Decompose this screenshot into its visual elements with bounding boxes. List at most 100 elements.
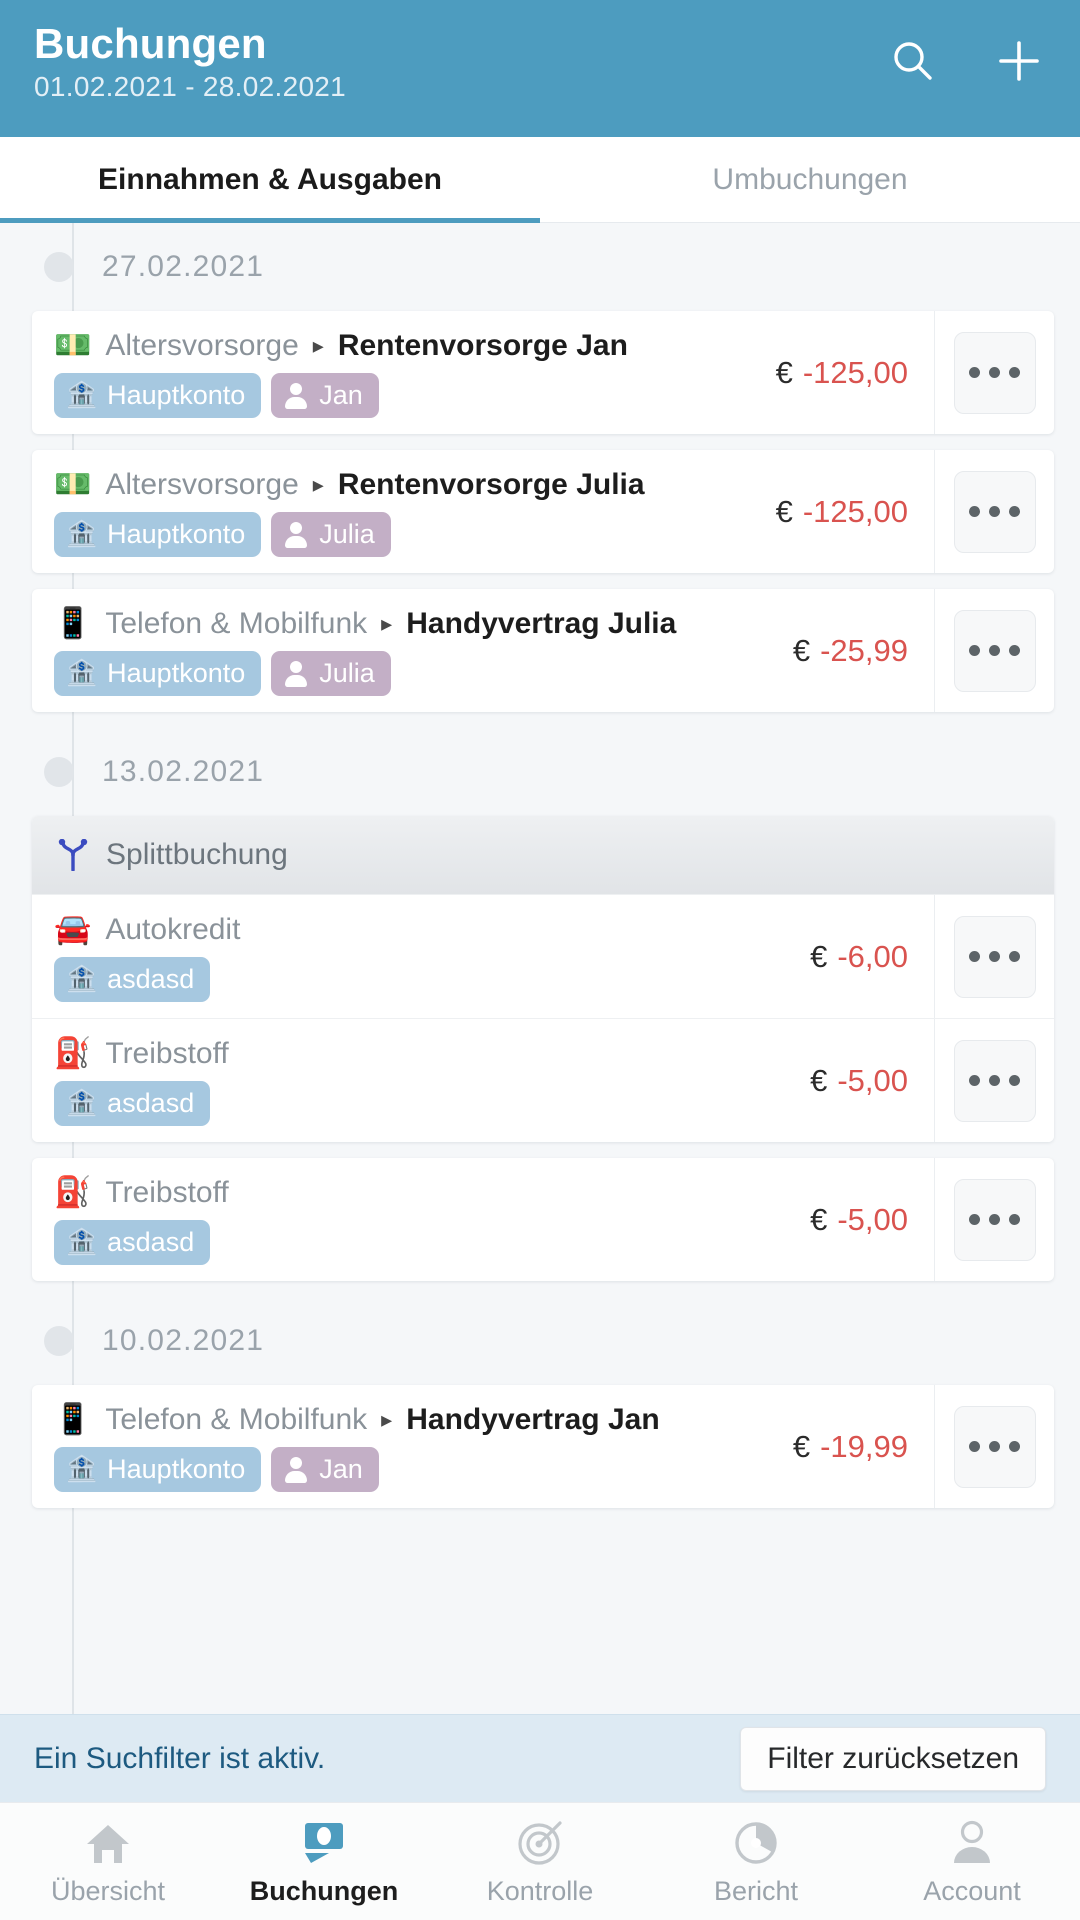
category-row: 💵 Altersvorsorge ▸ Rentenvorsorge Julia [54, 468, 750, 502]
card-content: 📱 Telefon & Mobilfunk ▸ Handyvertrag Julia 🏦… [32, 589, 783, 712]
card-content: ⛽ Treibstoff 🏦 asdasd [32, 1158, 800, 1281]
bank-icon: 🏦 [66, 1089, 98, 1117]
chip-label: Jan [319, 1454, 363, 1484]
dot [1009, 951, 1020, 962]
chip-account: 🏦 asdasd [54, 1220, 211, 1265]
more-options-button[interactable] [953, 1039, 1036, 1122]
category-row: 💵 Altersvorsorge ▸ Rentenvorsorge Jan [54, 329, 750, 363]
date-group-header: 10.02.2021 [0, 1297, 1080, 1385]
person-icon [949, 1817, 995, 1867]
amount-value: -5,00 [837, 1201, 908, 1237]
home-icon [84, 1817, 132, 1867]
amount-value: -5,00 [837, 1062, 908, 1098]
chip-account: 🏦 Hauptkonto [54, 373, 262, 418]
chip-account: 🏦 asdasd [54, 957, 211, 1002]
chip-label: Jan [319, 380, 363, 410]
dot [969, 367, 980, 378]
date-label: 27.02.2021 [102, 250, 265, 283]
nav-item-bericht[interactable]: Bericht [648, 1803, 864, 1920]
timeline-dot [44, 1326, 74, 1356]
chip-account: 🏦 Hauptkonto [54, 512, 262, 557]
tab-label: Umbuchungen [712, 162, 908, 196]
transaction-card[interactable]: 📱 Telefon & Mobilfunk ▸ Handyvertrag Julia 🏦… [32, 589, 1054, 712]
chip-row: 🏦 asdasd [54, 1220, 784, 1265]
dot [969, 1214, 980, 1225]
bank-icon: 🏦 [66, 659, 98, 687]
chip-row: 🏦 Hauptkonto Julia [54, 512, 750, 557]
currency-symbol: € [775, 493, 793, 529]
filter-bar: Ein Suchfilter ist aktiv. Filter zurücks… [0, 1714, 1080, 1802]
category-row: 🚘 Autokredit [54, 913, 784, 947]
amount: € -125,00 [766, 450, 934, 573]
card-content: 💵 Altersvorsorge ▸ Rentenvorsorge Jan 🏦 Haupt… [32, 311, 766, 434]
money-icon: 💵 [54, 468, 92, 501]
tab-umbuchungen[interactable]: Umbuchungen [540, 137, 1080, 222]
car-icon: 🚘 [54, 913, 92, 946]
subcategory-name: Rentenvorsorge Julia [337, 468, 645, 501]
dot [989, 645, 1000, 656]
amount: € -125,00 [766, 311, 934, 434]
category-row: ⛽ Treibstoff [54, 1037, 784, 1071]
dot [969, 506, 980, 517]
header-actions [882, 30, 1050, 92]
transaction-card[interactable]: 💵 Altersvorsorge ▸ Rentenvorsorge Jan 🏦 Haupt… [32, 311, 1054, 434]
bank-icon: 🏦 [66, 965, 98, 993]
dot [969, 1441, 980, 1452]
more-options-button[interactable] [953, 1405, 1036, 1488]
nav-item-buchungen[interactable]: Buchungen [216, 1803, 432, 1920]
transaction-card[interactable]: ⛽ Treibstoff 🏦 asdasd € -5,00 [32, 1158, 1054, 1281]
category-name: Treibstoff [105, 1176, 229, 1209]
amount: € -5,00 [800, 1019, 934, 1142]
nav-item-uebersicht[interactable]: Übersicht [0, 1803, 216, 1920]
chip-label: Hauptkonto [107, 1454, 246, 1484]
reset-filter-button[interactable]: Filter zurücksetzen [740, 1726, 1046, 1791]
fuel-pump-icon: ⛽ [54, 1176, 92, 1209]
mobile-phone-icon: 📱 [54, 1403, 92, 1436]
tab-einnahmen-ausgaben[interactable]: Einnahmen & Ausgaben [0, 137, 540, 223]
nav-item-account[interactable]: Account [864, 1803, 1080, 1920]
amount-value: -6,00 [837, 938, 908, 974]
currency-symbol: € [792, 1428, 811, 1464]
nav-label: Account [923, 1875, 1021, 1906]
mobile-phone-icon: 📱 [54, 607, 92, 640]
more-options-button[interactable] [953, 1178, 1036, 1261]
card-content: 🚘 Autokredit 🏦 asdasd [32, 895, 800, 1018]
split-transaction-group: Splittbuchung 🚘 Autokredit 🏦 asdasd € -6,00 ⛽ Tr… [32, 816, 1054, 1142]
chip-label: Julia [319, 519, 375, 549]
card-content: ⛽ Treibstoff 🏦 asdasd [32, 1019, 800, 1142]
add-button[interactable] [988, 30, 1050, 92]
currency-symbol: € [792, 632, 811, 668]
split-item-row[interactable]: 🚘 Autokredit 🏦 asdasd € -6,00 [32, 894, 1054, 1018]
search-button[interactable] [882, 30, 944, 92]
bank-icon: 🏦 [66, 381, 98, 409]
more-options-button[interactable] [953, 609, 1036, 692]
split-item-row[interactable]: ⛽ Treibstoff 🏦 asdasd € -5,00 [32, 1018, 1054, 1142]
category-row: 📱 Telefon & Mobilfunk ▸ Handyvertrag Julia [54, 607, 767, 641]
bank-icon: 🏦 [66, 520, 98, 548]
more-options-button[interactable] [953, 915, 1036, 998]
subcategory-name: Handyvertrag Julia [406, 607, 677, 640]
chip-account: 🏦 Hauptkonto [54, 1447, 262, 1492]
dot [1009, 1214, 1020, 1225]
chip-label: asdasd [107, 1227, 195, 1257]
chip-row: 🏦 Hauptkonto Jan [54, 1447, 767, 1492]
transaction-card[interactable]: 💵 Altersvorsorge ▸ Rentenvorsorge Julia 🏦 Hau… [32, 450, 1054, 573]
date-group-header: 13.02.2021 [0, 728, 1080, 816]
more-options-button[interactable] [953, 331, 1036, 414]
header-date-range: 01.02.2021 - 28.02.2021 [34, 71, 347, 103]
dot [989, 951, 1000, 962]
transaction-card[interactable]: 📱 Telefon & Mobilfunk ▸ Handyvertrag Jan 🏦 Ha… [32, 1385, 1054, 1508]
fuel-pump-icon: ⛽ [54, 1037, 92, 1070]
chip-row: 🏦 Hauptkonto Jan [54, 373, 750, 418]
category-name: Telefon & Mobilfunk [105, 607, 368, 640]
transaction-list-container[interactable]: 27.02.2021 💵 Altersvorsorge ▸ Rentenvorsorge… [0, 223, 1080, 1714]
category-name: Telefon & Mobilfunk [105, 1403, 368, 1436]
transaction-list: 27.02.2021 💵 Altersvorsorge ▸ Rentenvorsorge… [0, 223, 1080, 1508]
chip-row: 🏦 Hauptkonto Julia [54, 651, 767, 696]
card-content: 📱 Telefon & Mobilfunk ▸ Handyvertrag Jan 🏦 Ha… [32, 1385, 783, 1508]
breadcrumb-arrow-icon: ▸ [312, 472, 324, 497]
nav-item-kontrolle[interactable]: Kontrolle [432, 1803, 648, 1920]
chip-person: Julia [271, 651, 391, 696]
chip-row: 🏦 asdasd [54, 1081, 784, 1126]
more-options-button[interactable] [953, 470, 1036, 553]
